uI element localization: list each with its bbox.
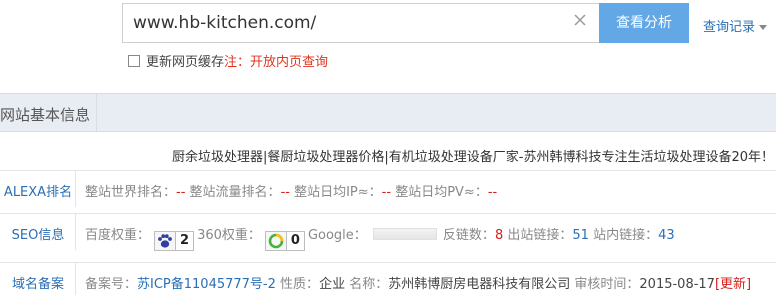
refresh-cache-label[interactable]: 更新网页缓存 xyxy=(146,55,224,70)
backlinks-value[interactable]: 8 xyxy=(495,228,503,243)
refresh-cache-checkbox[interactable] xyxy=(128,55,140,67)
traffic-rank-label: 整站流量排名： xyxy=(189,185,281,200)
google-label: Google： xyxy=(307,228,367,243)
search-button[interactable]: 查看分析 xyxy=(599,3,689,43)
outbound-value[interactable]: 51 xyxy=(572,228,589,243)
refresh-note: 注：开放内页查询 xyxy=(224,55,329,70)
icp-nature-value: 企业 xyxy=(319,277,346,292)
icp-name-value: 苏州韩博厨房电器科技有限公司 xyxy=(388,277,571,292)
section-title-cell: 网站基本信息 xyxy=(0,94,97,131)
alexa-label[interactable]: ALEXA排名 xyxy=(0,181,76,200)
history-dropdown[interactable]: 查询记录 xyxy=(703,16,768,35)
alexa-label-cell: ALEXA排名 xyxy=(0,171,76,207)
360-ring-icon xyxy=(266,232,286,250)
refresh-cache-row: 更新网页缓存注：开放内页查询 xyxy=(128,51,328,70)
clear-icon[interactable] xyxy=(572,12,588,28)
seo-label-cell: SEO信息 xyxy=(0,214,76,250)
so-weight-badge[interactable]: 0 xyxy=(264,231,305,251)
chevron-down-icon xyxy=(759,25,768,30)
site-title: 厨余垃圾处理器|餐厨垃圾处理器价格|有机垃圾处理设备厂家-苏州韩博科技专注生活垃… xyxy=(172,150,774,165)
baidu-weight-badge[interactable]: 2 xyxy=(154,231,195,251)
inbound-value[interactable]: 43 xyxy=(658,228,675,243)
icp-label[interactable]: 域名备案 xyxy=(0,273,76,292)
section-header: 网站基本信息 xyxy=(0,93,776,132)
search-box[interactable] xyxy=(122,3,600,43)
baidu-weight-value: 2 xyxy=(175,232,194,250)
seo-content: 百度权重： 2 360权重： 0 Google： 反链数：8 出站链接：51 站内链接：… xyxy=(85,224,675,251)
daily-ip-value: -- xyxy=(381,185,392,200)
icp-nature-label: 性质： xyxy=(280,277,320,292)
daily-pv-label: 整站日均PV≈： xyxy=(395,185,488,200)
alexa-row: ALEXA排名 整站世界排名：-- 整站流量排名：-- 整站日均IP≈：-- 整… xyxy=(0,170,776,207)
baidu-paw-icon xyxy=(155,232,175,250)
seo-label[interactable]: SEO信息 xyxy=(0,224,76,243)
outbound-label: 出站链接： xyxy=(507,228,573,243)
so-weight-label: 360权重： xyxy=(197,228,261,243)
icp-audit-value: 2015-08-17 xyxy=(639,277,715,292)
section-title: 网站基本信息 xyxy=(0,106,91,124)
traffic-rank-value: -- xyxy=(280,185,290,200)
backlinks-label: 反链数： xyxy=(442,228,495,243)
icp-row: 域名备案 备案号：苏ICP备11045777号-2 性质：企业 名称：苏州韩博厨… xyxy=(0,262,776,295)
icp-content: 备案号：苏ICP备11045777号-2 性质：企业 名称：苏州韩博厨房电器科技… xyxy=(85,273,751,292)
icp-audit-label: 审核时间： xyxy=(574,277,640,292)
baidu-weight-label: 百度权重： xyxy=(85,228,151,243)
seo-row: SEO信息 百度权重： 2 360权重： 0 Google： 反链数：8 出站链接：51… xyxy=(0,213,776,251)
so-weight-value: 0 xyxy=(285,232,304,250)
icp-number-value[interactable]: 苏ICP备11045777号-2 xyxy=(137,277,276,292)
daily-pv-value: -- xyxy=(487,185,498,200)
icp-name-label: 名称： xyxy=(349,277,389,292)
history-label: 查询记录 xyxy=(703,20,756,35)
world-rank-label: 整站世界排名： xyxy=(85,185,177,200)
google-rank-bar xyxy=(372,228,437,240)
icp-label-cell: 域名备案 xyxy=(0,263,76,295)
daily-ip-label: 整站日均IP≈： xyxy=(294,185,382,200)
icp-update-link[interactable]: [更新] xyxy=(715,277,751,292)
world-rank-value: -- xyxy=(176,185,186,200)
search-input[interactable] xyxy=(133,4,563,42)
alexa-content: 整站世界排名：-- 整站流量排名：-- 整站日均IP≈：-- 整站日均PV≈：-… xyxy=(85,181,497,200)
inbound-label: 站内链接： xyxy=(593,228,659,243)
icp-number-label: 备案号： xyxy=(85,277,138,292)
